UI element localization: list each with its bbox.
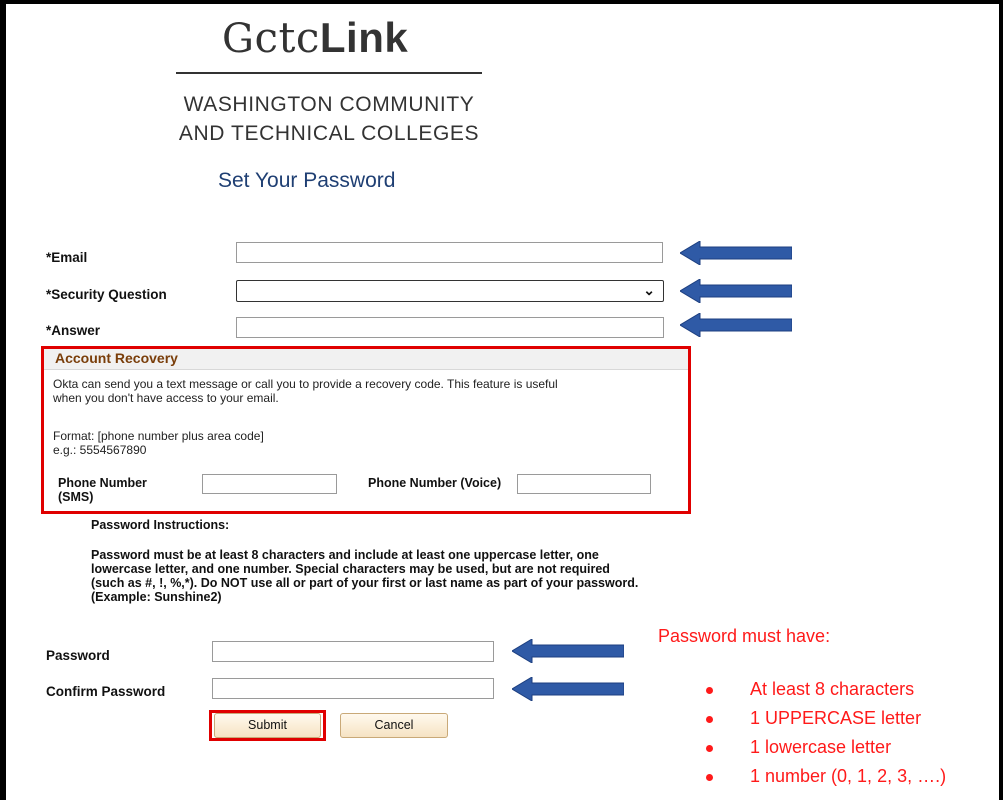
arrow-left-icon <box>512 639 624 663</box>
account-recovery-title: Account Recovery <box>55 350 178 366</box>
phone-sms-label-line2: (SMS) <box>58 490 94 504</box>
phone-sms-field[interactable] <box>202 474 337 494</box>
org-name: WASHINGTON COMMUNITY AND TECHNICAL COLLE… <box>176 90 482 148</box>
arrow-left-icon <box>680 279 792 303</box>
phone-voice-label: Phone Number (Voice) <box>368 476 502 490</box>
email-field[interactable] <box>236 242 663 263</box>
bullet-icon <box>706 774 713 781</box>
requirement-item: 1 UPPERCASE letter <box>750 708 922 728</box>
account-recovery-section: Account Recovery Okta can send you a tex… <box>41 346 691 514</box>
requirement-item: 1 number (0, 1, 2, 3, ….) <box>750 766 947 786</box>
password-label: Password <box>46 648 110 663</box>
phone-format-hint: Format: [phone number plus area code] e.… <box>53 429 264 457</box>
password-instructions-heading: Password Instructions: <box>91 518 230 532</box>
password-requirements-heading: Password must have: <box>658 626 831 646</box>
instructions-line4: (Example: Sunshine2) <box>91 590 222 604</box>
arrow-left-icon <box>680 241 792 265</box>
answer-label: *Answer <box>46 323 101 338</box>
org-name-line1: WASHINGTON COMMUNITY <box>183 93 475 116</box>
phone-voice-field[interactable] <box>517 474 651 494</box>
arrow-left-icon <box>512 677 624 701</box>
logo-ctc-text: ctc <box>254 13 320 62</box>
confirm-password-field[interactable] <box>212 678 494 699</box>
logo-divider <box>176 72 482 74</box>
instructions-line1: Password must be at least 8 characters a… <box>91 548 599 562</box>
answer-field[interactable] <box>236 317 664 338</box>
ctclink-logo: GctcLink <box>222 14 408 63</box>
logo-link-text: Link <box>319 14 409 61</box>
phone-sms-label: Phone Number (SMS) <box>58 476 147 504</box>
confirm-password-label: Confirm Password <box>46 684 166 699</box>
email-label: *Email <box>46 250 88 265</box>
description-line2: when you don't have access to your email… <box>53 391 279 405</box>
arrow-left-icon <box>680 313 792 337</box>
format-line1: Format: [phone number plus area code] <box>53 429 264 443</box>
requirement-item: 1 lowercase letter <box>750 737 892 757</box>
format-line2: e.g.: 5554567890 <box>53 443 147 457</box>
password-instructions-text: Password must be at least 8 characters a… <box>91 548 638 604</box>
account-recovery-header: Account Recovery <box>44 349 688 370</box>
phone-sms-label-line1: Phone Number <box>58 476 147 490</box>
security-question-select[interactable]: ⌄ <box>236 280 664 302</box>
account-recovery-description: Okta can send you a text message or call… <box>53 377 558 405</box>
page-title: Set Your Password <box>218 169 396 192</box>
org-name-line2: AND TECHNICAL COLLEGES <box>178 122 480 145</box>
requirement-item: At least 8 characters <box>750 679 915 699</box>
bullet-icon <box>706 745 713 752</box>
bullet-icon <box>706 687 713 694</box>
cancel-button[interactable]: Cancel <box>340 713 448 738</box>
instructions-line3: (such as #, !, %,*). Do NOT use all or p… <box>91 576 639 590</box>
ctclink-logo-mark-icon: G <box>222 16 255 62</box>
bullet-icon <box>706 716 713 723</box>
password-field[interactable] <box>212 641 494 662</box>
security-question-label: *Security Question <box>46 287 167 302</box>
chevron-down-icon: ⌄ <box>643 282 655 298</box>
submit-button[interactable]: Submit <box>214 713 321 738</box>
instructions-line2: lowercase letter, and one number. Specia… <box>91 562 610 576</box>
description-line1: Okta can send you a text message or call… <box>53 377 558 391</box>
